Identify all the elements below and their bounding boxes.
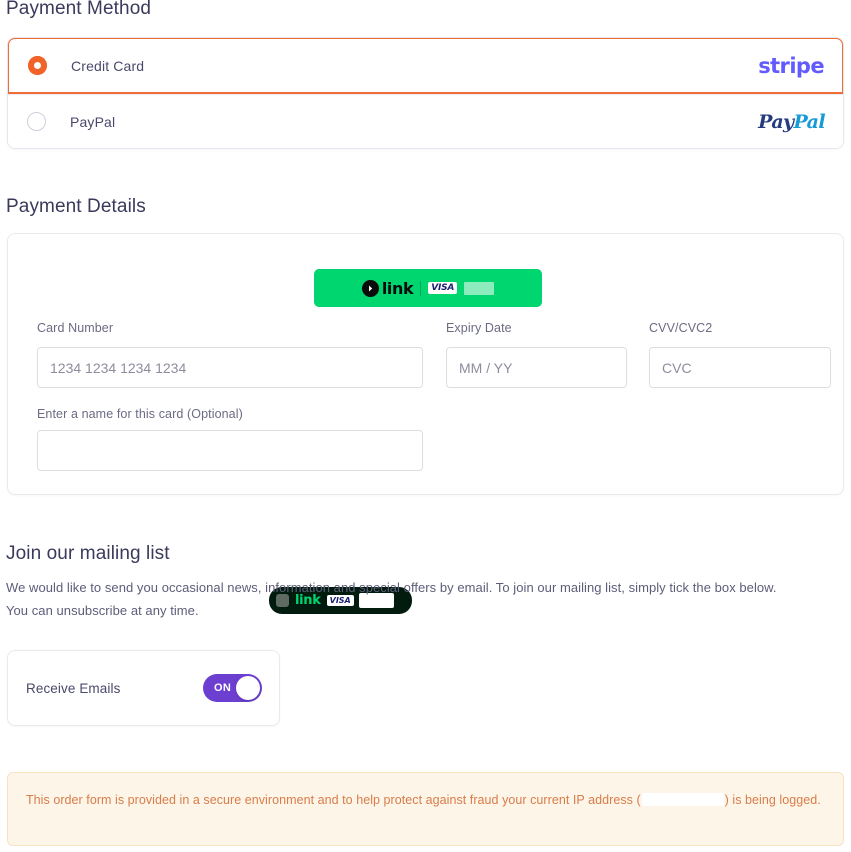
- visa-icon: VISA: [326, 595, 354, 606]
- payment-method-heading: Payment Method: [6, 0, 152, 19]
- card-number-label: Card Number: [37, 321, 114, 335]
- link-brand-label: link: [381, 278, 414, 298]
- payment-method-card: Credit Card stripe PayPal PayPal: [7, 37, 844, 149]
- payment-option-label: Credit Card: [71, 57, 145, 74]
- security-notice-text: This order form is provided in a secure …: [26, 789, 825, 811]
- receive-emails-label: Receive Emails: [26, 680, 121, 696]
- link-pay-button[interactable]: link VISA: [314, 269, 542, 307]
- notice-text-before-ip: This order form is provided in a secure …: [26, 793, 641, 807]
- link-arrow-icon: [361, 279, 379, 297]
- ip-address-redacted: [641, 793, 724, 806]
- card-name-input[interactable]: [37, 430, 423, 471]
- mailing-list-paragraph-line-2: You can unsubscribe at any time.: [6, 603, 199, 618]
- security-notice: This order form is provided in a secure …: [7, 772, 844, 846]
- mailing-list-heading: Join our mailing list: [6, 543, 170, 564]
- card-digits-redacted: [358, 593, 394, 608]
- card-digits-redacted: [464, 281, 495, 295]
- paypal-logo-pal: Pal: [793, 110, 825, 133]
- order-form-page: Payment Method Credit Card stripe PayPal…: [0, 0, 851, 852]
- card-name-label: Enter a name for this card (Optional): [37, 407, 243, 421]
- payment-option-label: PayPal: [70, 113, 116, 130]
- expiry-date-label: Expiry Date: [446, 321, 512, 335]
- link-badge-label: link: [295, 593, 321, 608]
- paypal-logo: PayPal: [758, 111, 825, 133]
- paypal-logo-pay: Pay: [758, 110, 794, 133]
- radio-paypal[interactable]: [27, 112, 46, 131]
- receive-emails-card: Receive Emails ON: [7, 650, 280, 726]
- payment-option-credit-card[interactable]: Credit Card stripe: [8, 38, 843, 94]
- card-number-input[interactable]: [37, 347, 423, 388]
- divider: [420, 280, 422, 296]
- expiry-date-input[interactable]: [446, 347, 627, 388]
- toggle-state-label: ON: [214, 682, 232, 694]
- stripe-logo: stripe: [758, 53, 824, 78]
- payment-details-card: link VISA Card Number link VISA Expiry D…: [7, 233, 844, 614]
- link-avatar-icon: [276, 594, 289, 607]
- link-brand-mark: link: [361, 278, 414, 298]
- toggle-knob[interactable]: [236, 676, 260, 700]
- notice-text-after-ip: ) is being logged.: [724, 793, 821, 807]
- payment-details-heading: Payment Details: [6, 196, 146, 217]
- payment-option-paypal[interactable]: PayPal PayPal: [8, 94, 843, 148]
- cvv-label: CVV/CVC2: [649, 321, 713, 335]
- radio-credit-card[interactable]: [28, 56, 47, 75]
- visa-icon: VISA: [428, 282, 458, 294]
- cvv-input[interactable]: [649, 347, 831, 388]
- mailing-list-paragraph-line-1: We would like to send you occasional new…: [6, 580, 777, 595]
- receive-emails-toggle[interactable]: ON: [203, 674, 262, 702]
